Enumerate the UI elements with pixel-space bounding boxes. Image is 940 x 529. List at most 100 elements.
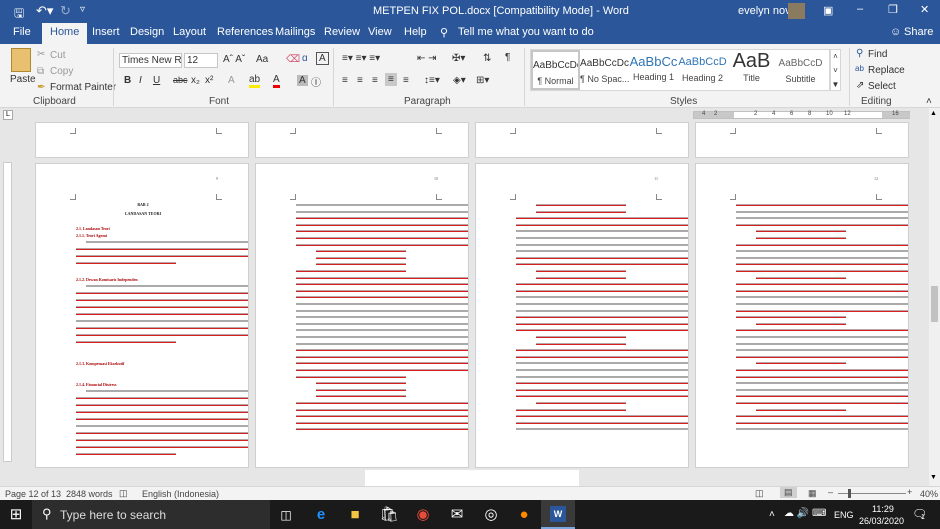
word-taskbar-button[interactable]: W	[541, 500, 575, 529]
format-painter-icon[interactable]: ✒	[37, 82, 45, 93]
select-button[interactable]: Select	[868, 81, 896, 92]
page[interactable]: 9 BAB 2 LANDASAN TEORI 2.1. Landasan Teori 2…	[35, 163, 249, 468]
styles-scroll[interactable]: ˄ ˅ ▼	[830, 49, 841, 91]
tab-home[interactable]: Home	[42, 23, 88, 44]
find-icon[interactable]: ⚲	[856, 48, 863, 59]
page-previous-row[interactable]	[475, 122, 689, 158]
phonetic-guide-icon[interactable]: ɑ	[302, 53, 308, 64]
zoom-slider[interactable]	[838, 489, 906, 498]
scroll-up-icon[interactable]: ▲	[930, 110, 937, 117]
find-button[interactable]: Find	[868, 49, 887, 60]
tray-chevron-icon[interactable]: ˄	[769, 509, 775, 520]
task-view-icon[interactable]: ◫	[276, 505, 296, 525]
paste-button[interactable]: Paste	[10, 74, 36, 85]
language[interactable]: English (Indonesia)	[142, 489, 219, 499]
strikethrough-button[interactable]: abc	[173, 75, 188, 85]
underline-button[interactable]: U	[153, 75, 160, 86]
borders-icon[interactable]: ⊞▾	[476, 75, 489, 86]
scroll-down-icon[interactable]: ▼	[930, 474, 937, 481]
enclose-characters-icon[interactable]: Ⓘ	[311, 74, 321, 89]
replace-icon[interactable]: ab	[855, 64, 864, 73]
replace-button[interactable]: Replace	[868, 65, 905, 76]
word-count[interactable]: 2848 words	[66, 489, 113, 499]
clear-formatting-icon[interactable]: ⌫	[286, 54, 300, 65]
grow-font-icon[interactable]: Aˆ Aˇ	[223, 54, 245, 65]
undo-icon[interactable]: ↶▾	[36, 3, 53, 19]
align-center-icon[interactable]: ≡	[357, 75, 363, 86]
horizontal-ruler[interactable]: 4 2 2 4 6 8 10 12 16	[693, 111, 910, 119]
sort-icon[interactable]: ⇅	[483, 53, 491, 64]
tab-insert[interactable]: Insert	[92, 26, 120, 38]
show-marks-icon[interactable]: ¶	[505, 52, 510, 63]
cut-icon[interactable]: ✂	[37, 49, 45, 60]
redo-icon[interactable]: ↻	[60, 3, 71, 19]
italic-button[interactable]: I	[139, 75, 142, 86]
asian-layout-icon[interactable]: ✠▾	[452, 53, 465, 64]
page-next-row[interactable]	[365, 470, 579, 486]
paste-icon[interactable]	[11, 48, 31, 72]
edge-icon[interactable]: e	[311, 505, 331, 525]
page[interactable]: 12	[695, 163, 909, 468]
zoom-in-button[interactable]: +	[907, 487, 912, 497]
copy-icon[interactable]: ⧉	[37, 66, 44, 77]
tab-view[interactable]: View	[368, 26, 392, 38]
tab-design[interactable]: Design	[130, 26, 164, 38]
clock-time[interactable]: 11:29	[872, 504, 894, 514]
highlight-icon[interactable]: ab	[249, 74, 261, 88]
justify-icon[interactable]: ≡	[385, 73, 397, 86]
text-effects-icon[interactable]: A	[228, 75, 235, 86]
indent-icons[interactable]: ⇤ ⇥	[417, 53, 437, 64]
avatar[interactable]	[788, 3, 805, 19]
document-area[interactable]: 9 BAB 2 LANDASAN TEORI 2.1. Landasan Teori 2…	[15, 122, 929, 486]
proofing-icon[interactable]: ◫	[119, 488, 128, 499]
read-mode-icon[interactable]: ◫	[755, 488, 764, 499]
tab-help[interactable]: Help	[404, 26, 427, 38]
print-layout-icon[interactable]: ▤	[780, 487, 797, 498]
mail-icon[interactable]: ✉	[447, 505, 467, 525]
style-heading-1[interactable]: AaBbCc Heading 1	[629, 50, 678, 90]
tray-icons[interactable]: ☁ 🔊 ⌨	[784, 508, 826, 519]
style-heading-2[interactable]: AaBbCcD Heading 2	[678, 50, 727, 90]
bold-button[interactable]: B	[124, 75, 131, 86]
tell-me-input[interactable]: Tell me what you want to do	[458, 26, 594, 38]
bullets-icon[interactable]: ≡▾ ≡▾ ≡▾	[342, 53, 380, 64]
style-title[interactable]: AaB Title	[727, 50, 776, 90]
font-color-icon[interactable]: A	[273, 74, 280, 88]
character-border-icon[interactable]: A	[316, 52, 329, 65]
tab-mailings[interactable]: Mailings	[275, 26, 315, 38]
vertical-ruler[interactable]	[0, 122, 15, 486]
tab-review[interactable]: Review	[324, 26, 360, 38]
font-size-select[interactable]: 12	[184, 53, 218, 68]
align-left-icon[interactable]: ≡	[342, 75, 348, 86]
zoom-out-button[interactable]: –	[828, 487, 833, 497]
align-right-icon[interactable]: ≡	[372, 75, 378, 86]
page[interactable]: 11	[475, 163, 689, 468]
customize-toolbar-icon[interactable]: ▿	[80, 4, 85, 15]
web-layout-icon[interactable]: ▦	[808, 488, 817, 499]
search-placeholder[interactable]: Type here to search	[60, 508, 166, 522]
file-explorer-icon[interactable]: ■	[345, 505, 365, 525]
style-normal[interactable]: AaBbCcDc ¶ Normal	[531, 50, 580, 90]
tab-file[interactable]: File	[13, 26, 31, 38]
media-icon[interactable]: ◎	[481, 505, 501, 525]
superscript-button[interactable]: x²	[205, 75, 213, 86]
line-spacing-icon[interactable]: ↕≡▾	[424, 75, 440, 86]
vertical-scrollbar[interactable]: ▲ ▼	[929, 108, 940, 486]
change-case-button[interactable]: Aa	[256, 54, 268, 65]
character-shading-icon[interactable]: A	[297, 75, 308, 86]
page-count[interactable]: Page 12 of 13	[5, 489, 61, 499]
zoom-slider-thumb[interactable]	[848, 489, 851, 498]
shading-icon[interactable]: ◈▾	[453, 75, 466, 86]
windows-start-icon[interactable]: ⊞	[6, 505, 26, 525]
distributed-icon[interactable]: ≡	[403, 75, 409, 86]
share-button[interactable]: Share	[904, 26, 933, 38]
ribbon-display-icon[interactable]: ▣	[823, 4, 833, 17]
scrollbar-thumb[interactable]	[931, 286, 938, 322]
style-no-spacing[interactable]: AaBbCcDc ¶ No Spac...	[580, 50, 629, 90]
app-red-icon[interactable]: ◉	[413, 505, 433, 525]
format-painter-button[interactable]: Format Painter	[50, 82, 116, 93]
font-name-select[interactable]: Times New R	[119, 53, 182, 68]
firefox-icon[interactable]: ●	[514, 505, 534, 525]
page-previous-row[interactable]	[35, 122, 249, 158]
page[interactable]: 10	[255, 163, 469, 468]
